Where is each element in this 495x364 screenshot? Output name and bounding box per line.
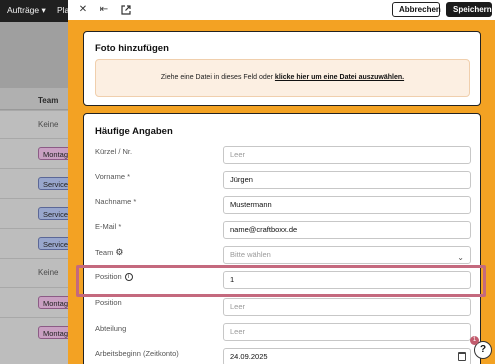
field-label-email: E-Mail * xyxy=(95,222,122,231)
save-button[interactable]: Speichern xyxy=(446,2,492,17)
field-label-abteilung: Abteilung xyxy=(95,324,127,333)
row-divider xyxy=(0,258,68,259)
dropzone-text: Ziehe eine Datei in dieses Feld oder xyxy=(160,74,275,81)
common-details-card: Häufige Angaben Kürzel / Nr. Leer Vornam… xyxy=(83,113,481,364)
nav-item-auftraege[interactable]: Aufträge ▾ xyxy=(7,5,46,16)
close-icon[interactable]: ✕ xyxy=(76,3,90,17)
email-input[interactable]: name@craftboxx.de xyxy=(223,221,471,239)
row-divider xyxy=(0,228,68,229)
field-label-position: Position i xyxy=(95,272,133,282)
position-input[interactable]: 1 xyxy=(223,271,471,289)
row-divider xyxy=(0,138,68,139)
team-select-value: Bitte wählen xyxy=(230,250,271,259)
row-divider xyxy=(0,287,68,288)
table-cell-team: Keine xyxy=(38,120,59,129)
cancel-button[interactable]: Abbrechen xyxy=(392,2,441,17)
field-label-arbeitsbeginn: Arbeitsbeginn (Zeitkonto) xyxy=(95,349,179,358)
collapse-icon[interactable]: ⇤ xyxy=(97,3,111,17)
chevron-down-icon: ⌄ xyxy=(457,253,464,262)
photo-upload-card: Foto hinzufügen Ziehe eine Datei in dies… xyxy=(83,31,481,106)
section-title: Häufige Angaben xyxy=(95,126,173,137)
vorname-input[interactable]: Jürgen xyxy=(223,171,471,189)
field-label-kuerzel: Kürzel / Nr. xyxy=(95,147,133,156)
external-link-icon[interactable] xyxy=(119,3,133,17)
section-title: Foto hinzufügen xyxy=(95,43,169,54)
calendar-icon[interactable] xyxy=(458,352,466,361)
field-label-nachname: Nachname * xyxy=(95,197,137,206)
row-divider xyxy=(0,168,68,169)
position-text-input[interactable]: Leer xyxy=(223,298,471,316)
column-header-team: Team xyxy=(38,96,59,105)
date-value: 24.09.2025 xyxy=(230,352,268,361)
panel-toolbar: ✕ ⇤ Abbrechen Speichern xyxy=(68,0,495,20)
field-label-vorname: Vorname * xyxy=(95,172,131,181)
gear-icon[interactable]: ⚙ xyxy=(115,247,123,257)
field-label-team: Team ⚙ xyxy=(95,247,124,257)
table-cell-team: Keine xyxy=(38,268,59,277)
field-label-position-2: Position xyxy=(95,298,122,307)
arbeitsbeginn-date-input[interactable]: 24.09.2025 xyxy=(223,348,471,364)
abteilung-input[interactable]: Leer xyxy=(223,323,471,341)
row-divider xyxy=(0,317,68,318)
file-dropzone[interactable]: Ziehe eine Datei in dieses Feld oder kli… xyxy=(95,59,470,97)
row-divider xyxy=(0,110,68,111)
info-icon[interactable]: i xyxy=(124,273,133,282)
notification-badge: 1 xyxy=(470,336,479,345)
row-divider xyxy=(0,198,68,199)
background-filter-area xyxy=(0,22,68,88)
side-panel: ✕ ⇤ Abbrechen Speichern Foto hinzufügen … xyxy=(68,0,495,364)
team-select[interactable]: Bitte wählen ⌄ xyxy=(223,246,471,264)
nachname-input[interactable]: Mustermann xyxy=(223,196,471,214)
kuerzel-input[interactable]: Leer xyxy=(223,146,471,164)
file-select-link[interactable]: klicke hier um eine Datei auszuwählen. xyxy=(275,74,404,81)
